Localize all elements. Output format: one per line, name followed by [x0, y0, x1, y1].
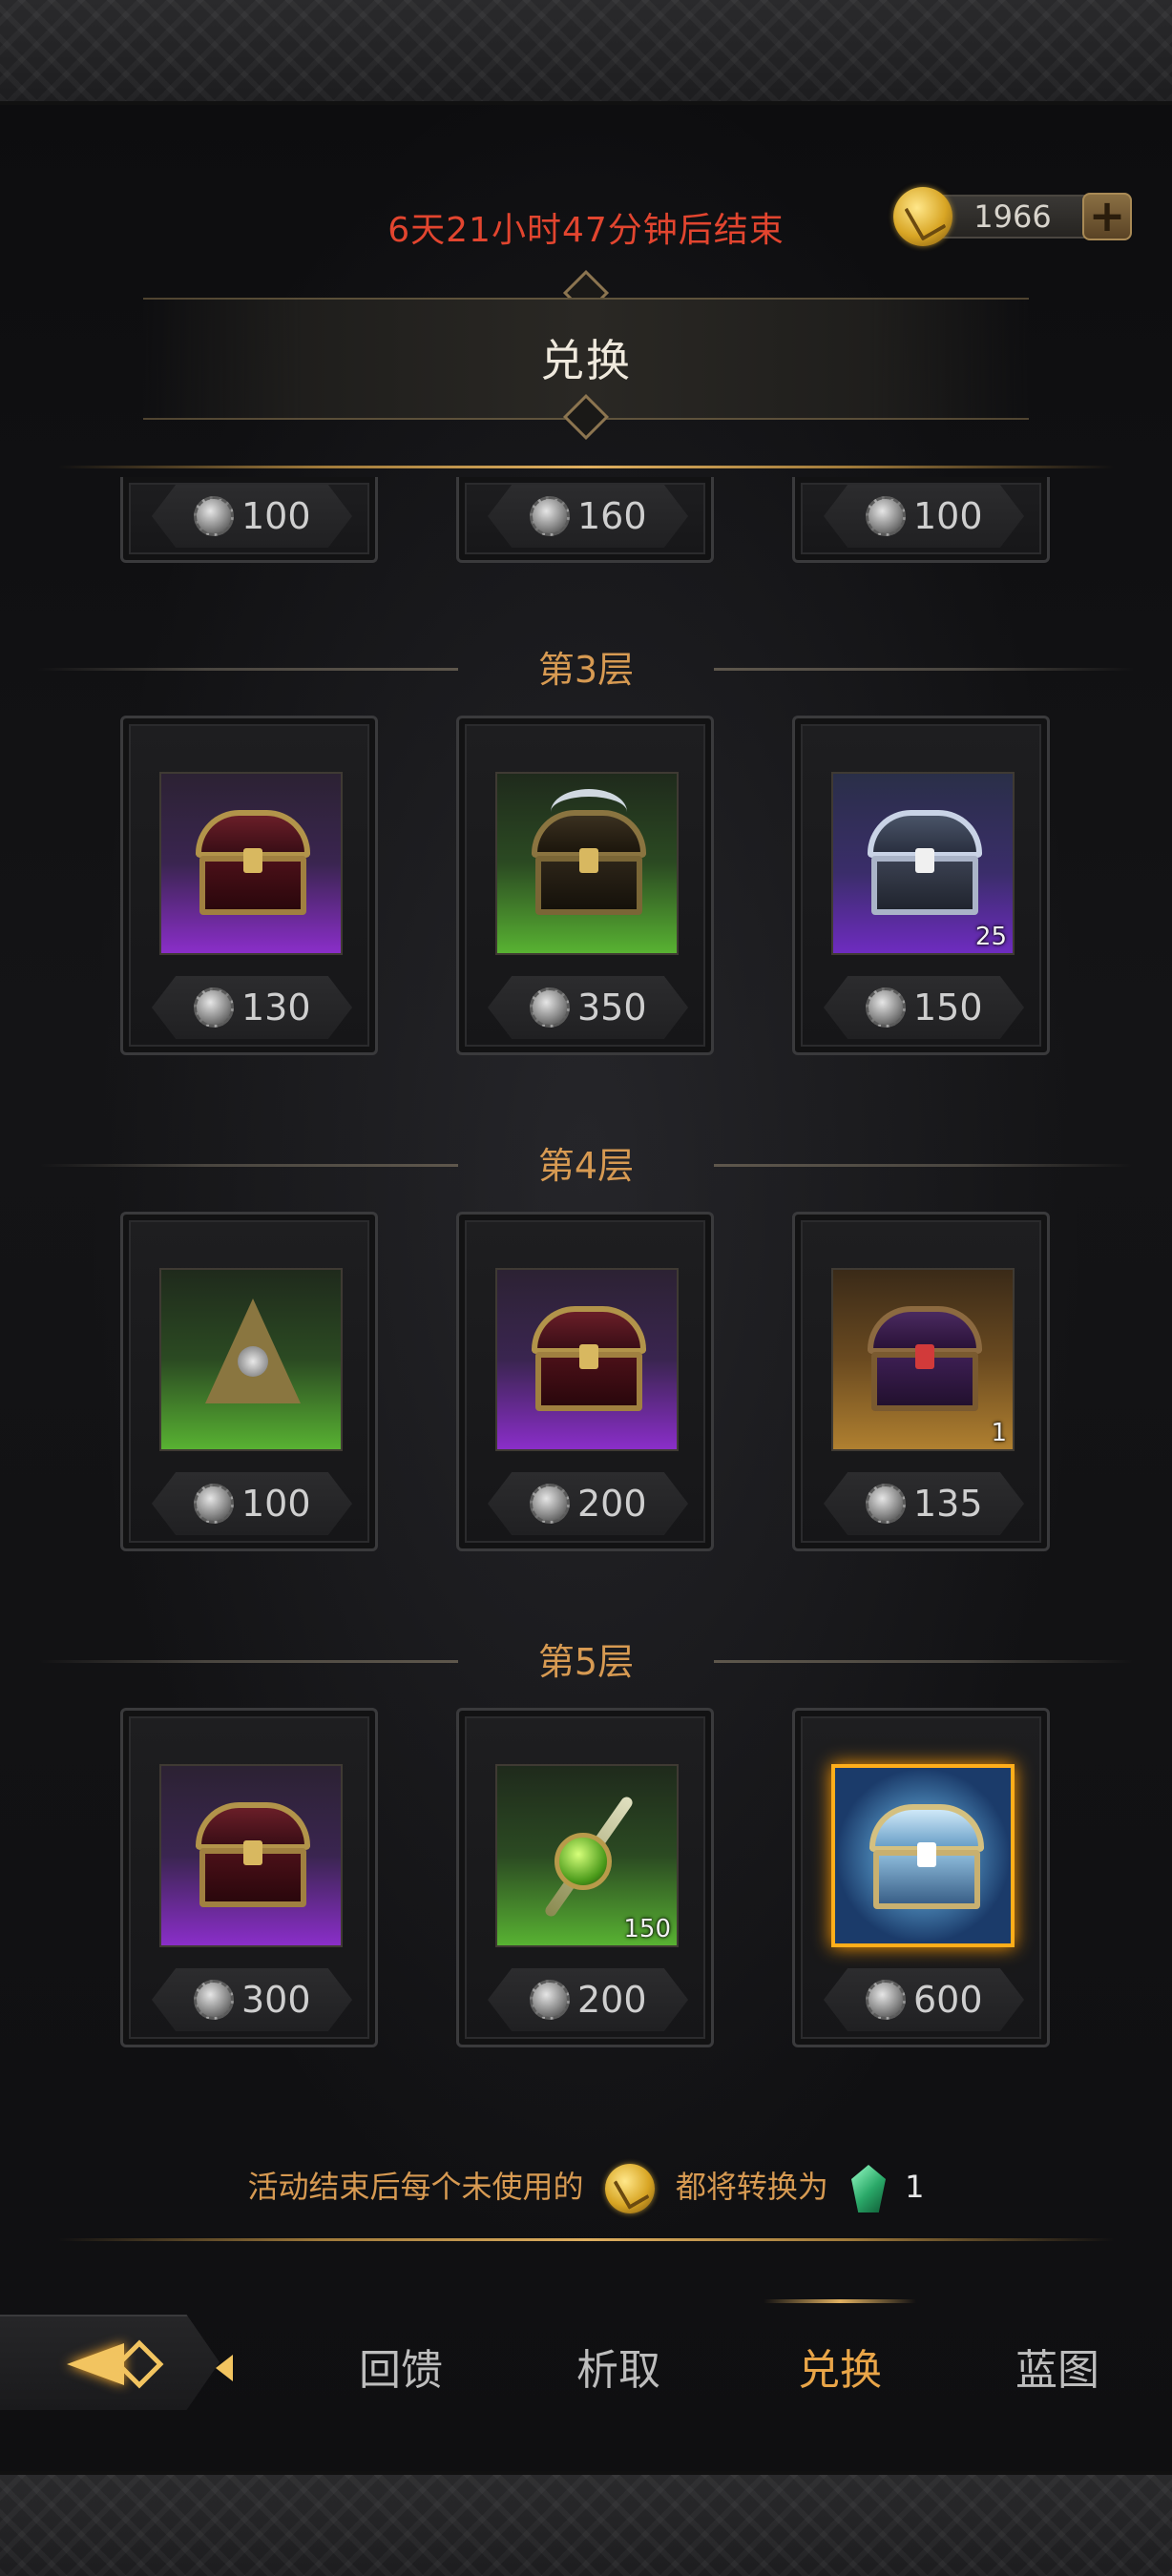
bottom-navigation: 回馈 析取 兑换 蓝图	[0, 2299, 1172, 2442]
gold-coin-icon	[604, 2164, 655, 2213]
price-tag: 600	[824, 1968, 1024, 2031]
dark-chest-icon	[868, 1306, 982, 1411]
shop-item-card[interactable]: 160	[456, 477, 714, 563]
price-value: 350	[577, 987, 647, 1028]
item-slot: 150	[495, 1764, 679, 1947]
tier-label: 第3层	[537, 649, 635, 691]
notice-text-after: 都将转换为	[675, 2169, 828, 2205]
shop-item-card[interactable]: 150 200	[456, 1708, 714, 2047]
conversion-notice: 活动结束后每个未使用的 都将转换为 1	[0, 2158, 1172, 2215]
shop-item-card[interactable]: 350	[456, 716, 714, 1055]
shop-item-card[interactable]: 25 150	[792, 716, 1050, 1055]
price-tag: 300	[152, 1968, 352, 2031]
tab-blueprint[interactable]: 蓝图	[981, 2337, 1134, 2404]
ice-chest-icon	[869, 1804, 984, 1909]
price-tag: 200	[488, 1968, 688, 2031]
gear-token-icon	[530, 496, 570, 536]
chest-icon	[532, 1306, 646, 1411]
gem-count: 1	[905, 2169, 925, 2205]
shop-item-card[interactable]: 1 135	[792, 1212, 1050, 1551]
notice-text-before: 活动结束后每个未使用的	[247, 2169, 584, 2205]
gear-token-icon	[866, 987, 906, 1028]
gear-token-icon	[194, 1484, 234, 1524]
price-value: 130	[241, 987, 311, 1028]
shop-item-card[interactable]: 100	[120, 1212, 378, 1551]
price-value: 160	[577, 495, 647, 537]
price-tag: 160	[488, 485, 688, 548]
item-quantity: 1	[991, 1419, 1007, 1447]
price-value: 600	[913, 1979, 983, 2021]
shop-item-card[interactable]: 100	[792, 477, 1050, 563]
gold-coin-icon	[893, 187, 952, 246]
item-slot: 1	[831, 1268, 1015, 1451]
gear-token-icon	[866, 1980, 906, 2020]
spiky-chest-icon	[532, 789, 646, 915]
item-slot: 25	[831, 772, 1015, 955]
top-decor-band	[0, 0, 1172, 105]
shop-item-card[interactable]: 130	[120, 716, 378, 1055]
tier-label: 第4层	[537, 1145, 635, 1187]
tier-header: 第5层	[0, 1633, 1172, 1691]
shop-item-card[interactable]: 200	[456, 1212, 714, 1551]
currency-value: 1966	[973, 198, 1052, 235]
item-slot	[159, 772, 343, 955]
item-slot	[159, 1268, 343, 1451]
shop-item-card[interactable]: 600	[792, 1708, 1050, 2047]
price-tag: 100	[152, 1472, 352, 1535]
item-quantity: 150	[623, 1915, 671, 1943]
chest-icon	[196, 1802, 310, 1907]
price-value: 300	[241, 1979, 311, 2021]
gear-token-icon	[866, 496, 906, 536]
silver-chest-icon	[868, 810, 982, 915]
price-value: 135	[913, 1483, 983, 1525]
price-value: 100	[913, 495, 983, 537]
active-tab-indicator	[764, 2299, 916, 2303]
gear-token-icon	[530, 1484, 570, 1524]
gear-token-icon	[194, 987, 234, 1028]
price-tag: 350	[488, 976, 688, 1039]
price-tag: 100	[152, 485, 352, 548]
tab-extract[interactable]: 析取	[542, 2337, 695, 2404]
item-slot	[831, 1764, 1015, 1947]
price-tag: 100	[824, 485, 1024, 548]
emerald-gem-icon	[851, 2165, 886, 2212]
price-value: 200	[577, 1979, 647, 2021]
item-slot	[495, 772, 679, 955]
back-button[interactable]	[0, 2315, 220, 2410]
tab-exchange[interactable]: 兑换	[764, 2337, 916, 2404]
tier-header: 第4层	[0, 1137, 1172, 1195]
gear-token-icon	[866, 1484, 906, 1524]
add-currency-button[interactable]: +	[1082, 193, 1132, 240]
item-quantity: 25	[974, 923, 1007, 951]
bottom-decor-band	[0, 2471, 1172, 2576]
price-tag: 135	[824, 1472, 1024, 1535]
exchange-list[interactable]: 100 160 100 第3层 130 350 25 150 第4层 100 2…	[0, 477, 1172, 2080]
relic-gem	[238, 1346, 268, 1377]
shop-item-card[interactable]: 300	[120, 1708, 378, 2047]
gear-token-icon	[194, 496, 234, 536]
gear-token-icon	[194, 1980, 234, 2020]
chevron-left-icon[interactable]	[216, 2355, 233, 2381]
chest-icon	[196, 810, 310, 915]
item-slot	[159, 1764, 343, 1947]
price-value: 150	[913, 987, 983, 1028]
gear-token-icon	[530, 1980, 570, 2020]
price-tag: 150	[824, 976, 1024, 1039]
price-value: 100	[241, 495, 311, 537]
price-value: 100	[241, 1483, 311, 1525]
price-value: 200	[577, 1483, 647, 1525]
gear-token-icon	[530, 987, 570, 1028]
price-tag: 200	[488, 1472, 688, 1535]
currency-display: 1966 +	[893, 187, 1132, 246]
item-slot	[495, 1268, 679, 1451]
shop-item-card[interactable]: 100	[120, 477, 378, 563]
tab-feedback[interactable]: 回馈	[324, 2337, 477, 2404]
tier-label: 第5层	[537, 1641, 635, 1683]
price-tag: 130	[152, 976, 352, 1039]
notice-divider	[57, 2238, 1115, 2241]
tier-header: 第3层	[0, 641, 1172, 698]
scepter-orb	[555, 1833, 612, 1890]
header-divider	[57, 466, 1115, 468]
